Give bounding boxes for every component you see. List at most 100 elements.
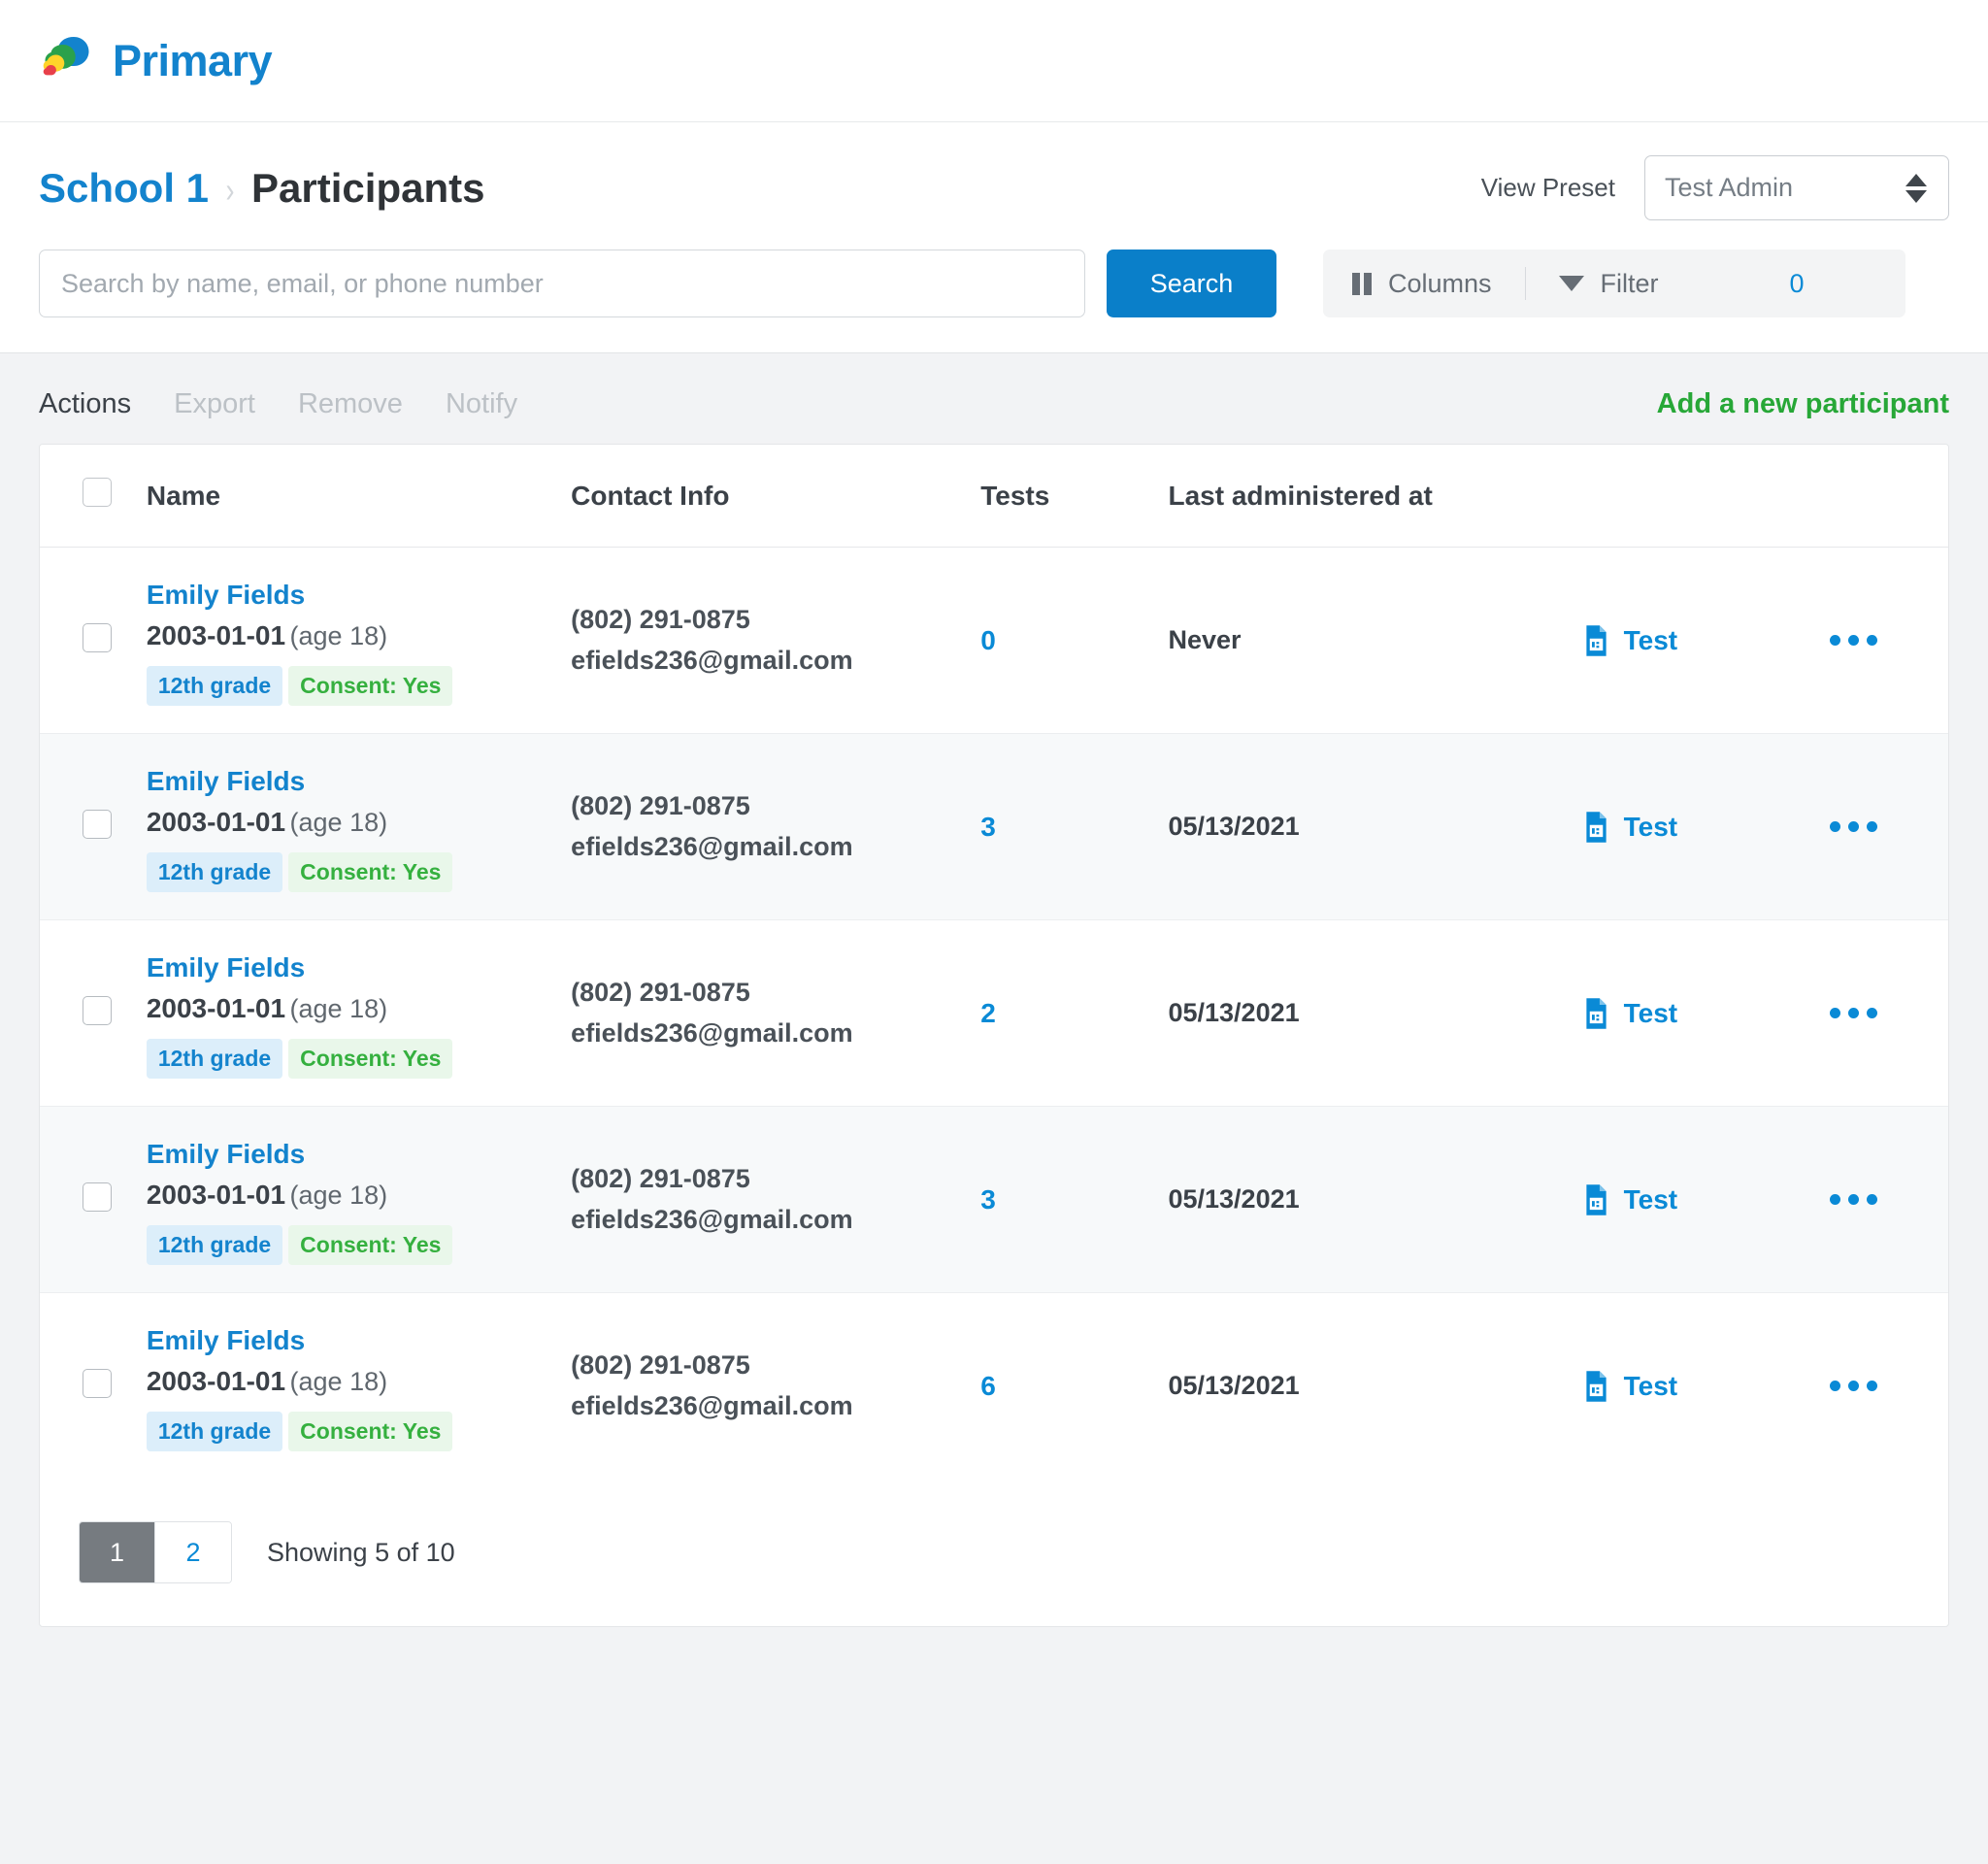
participant-age: (age 18): [290, 1367, 388, 1396]
table-row[interactable]: Emily Fields 2003-01-01 (age 18) 12th gr…: [40, 1107, 1948, 1293]
row-more-menu-icon[interactable]: [1830, 821, 1948, 832]
row-menu-cell: [1830, 920, 1948, 1107]
tests-count-link[interactable]: 6: [980, 1371, 996, 1401]
view-preset-label: View Preset: [1481, 173, 1615, 203]
column-header-contact[interactable]: Contact Info: [571, 445, 980, 548]
tests-cell: 3: [980, 734, 1168, 920]
select-stepper-icon: [1905, 174, 1927, 203]
page-button-1[interactable]: 1: [80, 1522, 155, 1582]
table-footer: 1 2 Showing 5 of 10: [40, 1479, 1948, 1626]
breadcrumb-school-link[interactable]: School 1: [39, 165, 209, 212]
tests-count-link[interactable]: 0: [980, 625, 996, 655]
row-select-cell: [40, 548, 147, 734]
table-row[interactable]: Emily Fields 2003-01-01 (age 18) 12th gr…: [40, 548, 1948, 734]
row-more-menu-icon[interactable]: [1830, 1381, 1948, 1391]
column-header-name[interactable]: Name: [147, 445, 571, 548]
test-document-icon: [1583, 1184, 1609, 1215]
participant-name-link[interactable]: Emily Fields: [147, 761, 571, 802]
tests-cell: 6: [980, 1293, 1168, 1480]
grade-badge: 12th grade: [147, 666, 282, 706]
participant-age: (age 18): [290, 994, 388, 1023]
test-action-cell: Test: [1583, 548, 1830, 734]
page-button-2[interactable]: 2: [155, 1522, 231, 1582]
brand-logo[interactable]: Primary: [39, 31, 272, 91]
row-menu-cell: [1830, 548, 1948, 734]
participant-badges: 12th grade Consent: Yes: [147, 852, 571, 892]
test-button[interactable]: Test: [1583, 812, 1830, 843]
test-button[interactable]: Test: [1583, 1371, 1830, 1402]
participant-name-link[interactable]: Emily Fields: [147, 575, 571, 616]
row-checkbox[interactable]: [83, 1369, 112, 1398]
test-action-cell: Test: [1583, 1293, 1830, 1480]
view-preset-select[interactable]: Test Admin: [1644, 155, 1949, 220]
grade-badge: 12th grade: [147, 852, 282, 892]
brand-name: Primary: [113, 39, 272, 83]
add-participant-link[interactable]: Add a new participant: [1657, 388, 1949, 420]
participant-phone: (802) 291-0875: [571, 786, 980, 827]
table-row[interactable]: Emily Fields 2003-01-01 (age 18) 12th gr…: [40, 1293, 1948, 1480]
table-row[interactable]: Emily Fields 2003-01-01 (age 18) 12th gr…: [40, 734, 1948, 920]
test-document-icon: [1583, 1371, 1609, 1402]
participants-tbody: Emily Fields 2003-01-01 (age 18) 12th gr…: [40, 548, 1948, 1480]
last-administered-value: 05/13/2021: [1168, 1184, 1299, 1214]
last-administered-value: 05/13/2021: [1168, 1371, 1299, 1400]
grade-badge: 12th grade: [147, 1225, 282, 1265]
table-header-row: Name Contact Info Tests Last administere…: [40, 445, 1948, 548]
grade-badge: 12th grade: [147, 1039, 282, 1079]
participant-email: efields236@gmail.com: [571, 641, 980, 682]
participant-age: (age 18): [290, 621, 388, 650]
select-all-checkbox[interactable]: [83, 478, 112, 507]
last-administered-cell: 05/13/2021: [1168, 734, 1582, 920]
row-menu-cell: [1830, 1293, 1948, 1480]
row-more-menu-icon[interactable]: [1830, 1194, 1948, 1205]
row-checkbox[interactable]: [83, 1182, 112, 1212]
row-checkbox[interactable]: [83, 996, 112, 1025]
test-button[interactable]: Test: [1583, 625, 1830, 656]
column-header-last-administered[interactable]: Last administered at: [1168, 445, 1582, 548]
grade-badge: 12th grade: [147, 1412, 282, 1451]
row-more-menu-icon[interactable]: [1830, 1008, 1948, 1018]
contact-cell: (802) 291-0875 efields236@gmail.com: [571, 1107, 980, 1293]
filter-icon: [1559, 276, 1584, 291]
participant-name-link[interactable]: Emily Fields: [147, 1134, 571, 1175]
table-tools: Columns Filter 0: [1323, 250, 1905, 317]
export-action[interactable]: Export: [174, 388, 255, 420]
tests-count-link[interactable]: 3: [980, 812, 996, 842]
test-document-icon: [1583, 998, 1609, 1029]
notify-action[interactable]: Notify: [446, 388, 517, 420]
participant-dob: 2003-01-01: [147, 620, 285, 650]
search-button[interactable]: Search: [1107, 250, 1276, 317]
test-action-cell: Test: [1583, 920, 1830, 1107]
test-button-label: Test: [1624, 998, 1678, 1029]
remove-action[interactable]: Remove: [298, 388, 403, 420]
test-document-icon: [1583, 812, 1609, 843]
row-more-menu-icon[interactable]: [1830, 635, 1948, 646]
test-button[interactable]: Test: [1583, 998, 1830, 1029]
consent-badge: Consent: Yes: [288, 1412, 452, 1451]
tests-count-link[interactable]: 3: [980, 1184, 996, 1215]
row-menu-cell: [1830, 734, 1948, 920]
column-header-tests[interactable]: Tests: [980, 445, 1168, 548]
table-row[interactable]: Emily Fields 2003-01-01 (age 18) 12th gr…: [40, 920, 1948, 1107]
participant-email: efields236@gmail.com: [571, 1200, 980, 1241]
last-administered-cell: 05/13/2021: [1168, 920, 1582, 1107]
test-button[interactable]: Test: [1583, 1184, 1830, 1215]
participants-table: Name Contact Info Tests Last administere…: [40, 445, 1948, 1479]
participant-name-link[interactable]: Emily Fields: [147, 1320, 571, 1361]
row-checkbox[interactable]: [83, 810, 112, 839]
participant-name-link[interactable]: Emily Fields: [147, 948, 571, 988]
columns-button[interactable]: Columns: [1352, 269, 1492, 299]
tests-count-link[interactable]: 2: [980, 998, 996, 1028]
participant-cell: Emily Fields 2003-01-01 (age 18) 12th gr…: [147, 1107, 571, 1293]
search-input[interactable]: [39, 250, 1085, 317]
participant-email: efields236@gmail.com: [571, 1014, 980, 1054]
row-select-cell: [40, 1293, 147, 1480]
participant-dob: 2003-01-01: [147, 1180, 285, 1210]
filter-button[interactable]: Filter: [1559, 269, 1659, 299]
test-button-label: Test: [1624, 625, 1678, 656]
participant-badges: 12th grade Consent: Yes: [147, 1225, 571, 1265]
row-checkbox[interactable]: [83, 623, 112, 652]
view-preset-group: View Preset Test Admin: [1481, 155, 1949, 220]
participant-age: (age 18): [290, 808, 388, 837]
participant-cell: Emily Fields 2003-01-01 (age 18) 12th gr…: [147, 734, 571, 920]
